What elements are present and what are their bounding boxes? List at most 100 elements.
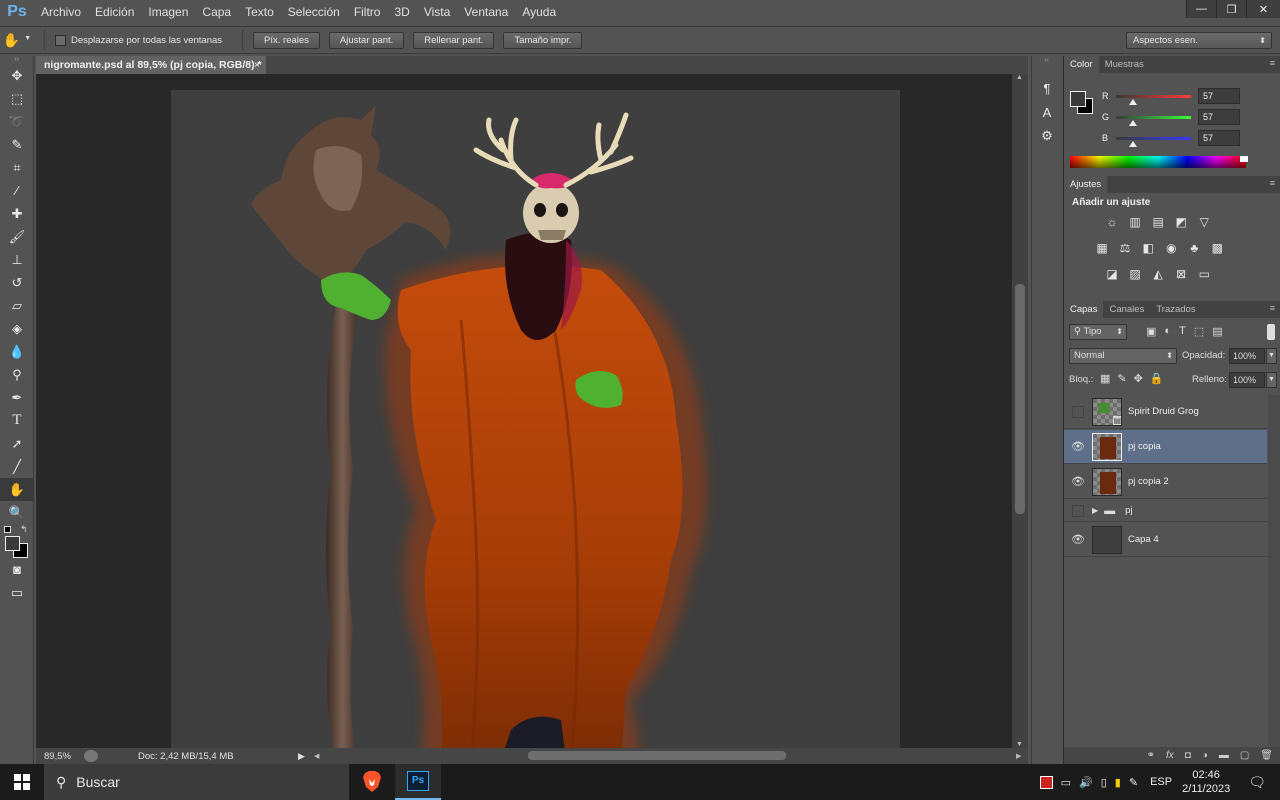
filter-toggle[interactable] [1267,324,1275,340]
curves-icon[interactable]: ▤ [1150,215,1166,229]
type-tool-icon[interactable]: T [0,409,34,432]
fill-dropdown[interactable]: ▼ [1266,372,1277,388]
menu-filtro[interactable]: Filtro [347,0,388,24]
quick-selection-tool-icon[interactable]: ✎ [0,133,34,156]
canvas-area[interactable] [36,74,1012,748]
pixel-filter-icon[interactable]: ▣ [1146,325,1156,338]
brightness-icon[interactable]: ☼ [1104,215,1120,229]
r-value[interactable]: 57 [1198,88,1240,104]
scroll-up-icon[interactable]: ▲ [1016,74,1023,81]
mask-icon[interactable]: ◘ [1185,750,1191,761]
color-ramp-white[interactable] [1240,156,1248,162]
vertical-scroll-thumb[interactable] [1015,284,1025,514]
layer-row[interactable]: 👁 pj copia [1064,430,1267,464]
layer-row[interactable]: ▤ Spirit Druid Grog [1064,395,1267,429]
vibrance-icon[interactable]: ▽ [1196,215,1212,229]
status-menu-icon[interactable]: ▶ [298,751,305,762]
opacity-field[interactable]: 100% [1229,348,1265,364]
menu-edicion[interactable]: Edición [88,0,141,24]
character-icon[interactable]: A [1032,100,1062,124]
photo-filter-icon[interactable]: ◉ [1163,241,1179,255]
layer-row[interactable]: 👁 pj copia 2 [1064,465,1267,499]
tab-adjustments[interactable]: Ajustes [1064,176,1108,193]
layers-scrollbar[interactable] [1268,395,1280,788]
adjustment-icon[interactable]: ◑ [1202,750,1208,761]
scroll-left-icon[interactable]: ◀ [314,752,319,760]
quick-mask-icon[interactable]: ◙ [0,558,34,581]
actual-pixels-button[interactable]: Píx. reales [253,31,320,49]
b-track[interactable] [1116,136,1191,147]
expand-arrow-icon[interactable]: ▶ [1092,506,1098,515]
r-track[interactable] [1116,94,1191,105]
marquee-tool-icon[interactable]: ⬚ [0,87,34,110]
swap-colors-icon[interactable]: ↰ [20,524,28,535]
notifications-icon[interactable]: 🗨 [1248,774,1266,791]
dodge-tool-icon[interactable]: ⚲ [0,363,34,386]
menu-ayuda[interactable]: Ayuda [515,0,563,24]
channel-mixer-icon[interactable]: ♣ [1186,241,1202,255]
posterize-icon[interactable]: ▨ [1127,267,1143,281]
layer-filter-select[interactable]: ⚲ Tipo ⬍ [1069,324,1127,340]
color-swatches[interactable]: ↰ [0,524,33,558]
brave-browser-app[interactable] [349,764,395,800]
levels-icon[interactable]: ▥ [1127,215,1143,229]
lock-all-icon[interactable]: 🔒 [1150,372,1164,385]
panel-menu-icon[interactable]: ≡ [1270,303,1275,313]
eyedropper-tool-icon[interactable]: ⁄ [0,179,34,202]
line-tool-icon[interactable]: ╱ [0,455,34,478]
menu-3d[interactable]: 3D [387,0,416,24]
workspace-select[interactable]: Aspectos esen. ⬍ [1126,32,1272,49]
link-icon[interactable]: ⚭ [1147,750,1155,761]
brush-presets-icon[interactable]: ⚙ [1032,124,1062,148]
b-value[interactable]: 57 [1198,130,1240,146]
volume-icon[interactable]: 🔊 [1079,776,1093,789]
visibility-toggle[interactable]: 👁 [1064,533,1092,546]
screen-mode-icon[interactable]: ▭ [0,581,34,604]
lasso-tool-icon[interactable]: ➰ [0,110,34,133]
adjustment-filter-icon[interactable]: ◐ [1164,325,1171,338]
invert-icon[interactable]: ◪ [1104,267,1120,281]
fill-screen-button[interactable]: Rellenar pant. [413,31,495,49]
close-button[interactable]: ✕ [1246,0,1280,18]
eraser-tool-icon[interactable]: ▱ [0,294,34,317]
scroll-all-checkbox[interactable] [55,34,66,46]
tab-paths[interactable]: Trazados [1150,301,1201,318]
menu-archivo[interactable]: Archivo [34,0,88,24]
menu-texto[interactable]: Texto [238,0,281,24]
tab-color[interactable]: Color [1064,56,1099,73]
lock-position-icon[interactable]: ✥ [1134,372,1143,385]
type-filter-icon[interactable]: T [1179,325,1186,338]
lock-pixels-icon[interactable]: ✎ [1117,372,1126,385]
panel-menu-icon[interactable]: ≡ [1270,178,1275,188]
exposure-icon[interactable]: ◩ [1173,215,1189,229]
blend-mode-select[interactable]: Normal ⬍ [1069,348,1177,364]
smart-object-filter-icon[interactable]: ▤ [1212,325,1222,338]
fg-swatch[interactable] [1070,91,1086,107]
scroll-down-icon[interactable]: ▼ [1016,741,1023,748]
security-icon[interactable] [1039,775,1053,789]
clock[interactable]: 02:46 2/11/2023 [1182,768,1230,796]
fx-icon[interactable]: fx [1166,750,1174,761]
lock-transparency-icon[interactable]: ▦ [1100,372,1110,385]
selective-color-icon[interactable]: ⊠ [1173,267,1189,281]
paint-bucket-tool-icon[interactable]: ◈ [0,317,34,340]
crop-tool-icon[interactable]: ⌗ [0,156,34,179]
document-tab[interactable]: nigromante.psd al 89,5% (pj copia, RGB/8… [36,56,266,74]
stamp-tool-icon[interactable]: ⊥ [0,248,34,271]
collapse-icon[interactable]: ›› [0,56,33,64]
menu-capa[interactable]: Capa [195,0,238,24]
move-tool-icon[interactable]: ✥ [0,64,34,87]
fit-screen-button[interactable]: Ajustar pant. [328,31,405,49]
foreground-color[interactable] [5,536,20,551]
trash-icon[interactable]: 🗑 [1260,750,1273,761]
document-canvas[interactable] [171,90,900,748]
scroll-right-icon[interactable]: ▶ [1016,752,1021,760]
visibility-toggle[interactable] [1064,405,1092,418]
pen-tool-icon[interactable]: ✒ [0,386,34,409]
zoom-level[interactable]: 89,5% [44,751,84,762]
g-slider[interactable]: G 57 [1102,109,1240,126]
default-colors-icon[interactable] [4,526,11,533]
paragraph-icon[interactable]: ¶ [1032,76,1062,100]
collapse-icon[interactable]: ‹‹ [1032,56,1061,76]
visibility-toggle[interactable]: 👁 [1064,475,1092,488]
